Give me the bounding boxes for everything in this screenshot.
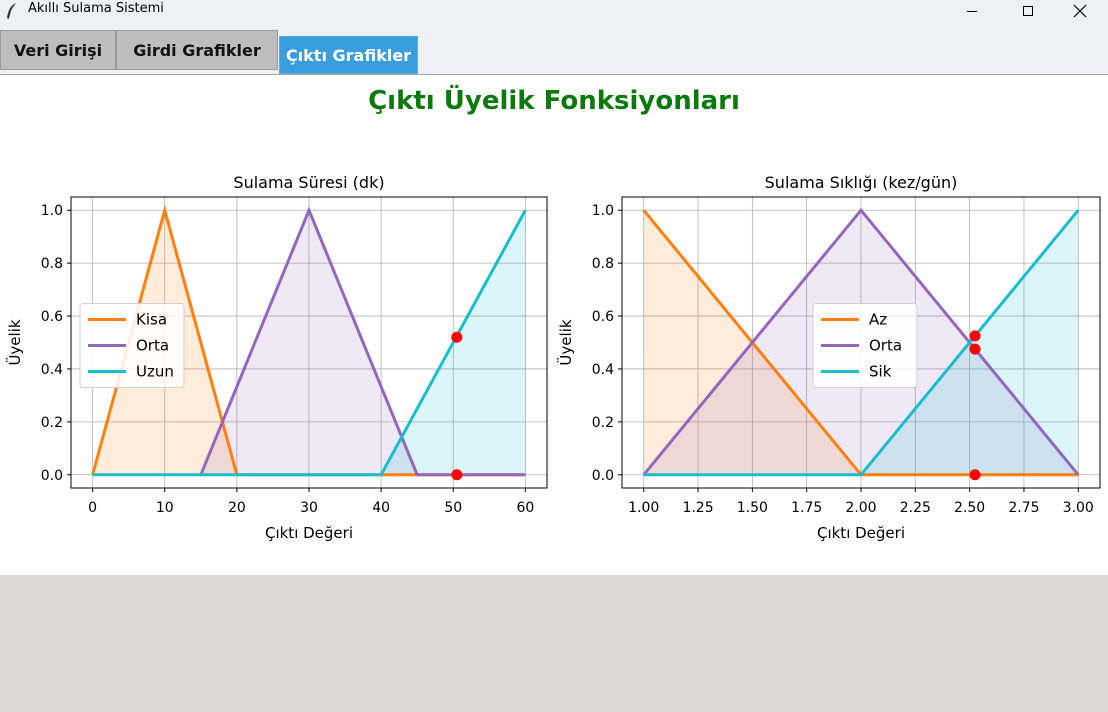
legend: Kisa Orta Uzun xyxy=(79,303,185,388)
x-tick-label: 10 xyxy=(156,500,174,516)
y-tick-label: 0.6 xyxy=(41,309,63,325)
maximize-icon xyxy=(1023,6,1033,16)
y-tick-label: 0.8 xyxy=(41,256,63,272)
legend-label-orta: Orta xyxy=(136,337,169,355)
legend-label-orta: Orta xyxy=(869,337,902,355)
tab-cikti-grafikler[interactable]: Çıktı Grafikler xyxy=(279,36,418,74)
chart-1: 0 10 20 30 40 50 60 0.0 0.2 0.4 0.6 0.8 1.0 Sulama Sü… xyxy=(5,173,548,542)
x-axis-label: Çıktı Değeri xyxy=(817,524,905,542)
x-tick-label: 20 xyxy=(228,500,246,516)
membership-charts: 0 10 20 30 40 50 60 0.0 0.2 0.4 0.6 0.8 1.0 Sulama Sü… xyxy=(5,173,1101,542)
y-tick-label: 1.0 xyxy=(592,203,614,219)
x-tick-label: 2.75 xyxy=(1008,500,1039,516)
window-title: Akıllı Sulama Sistemi xyxy=(28,1,164,16)
legend-label-uzun: Uzun xyxy=(136,363,174,381)
minimize-icon xyxy=(967,11,977,12)
y-axis-label: Üyelik xyxy=(5,319,24,365)
tab-bar: Veri Girişi Girdi Grafikler Çıktı Grafik… xyxy=(0,26,1108,75)
x-tick-label: 2.50 xyxy=(954,500,985,516)
x-tick-label: 2.25 xyxy=(900,500,931,516)
y-axis-label: Üyelik xyxy=(556,319,575,365)
legend-label-kisa: Kisa xyxy=(136,311,167,329)
y-tick-label: 0.6 xyxy=(592,309,614,325)
tab-veri-girisi[interactable]: Veri Girişi xyxy=(0,30,116,70)
y-tick-label: 0.4 xyxy=(41,362,63,378)
x-tick-label: 2.00 xyxy=(845,500,876,516)
x-tick-label: 0 xyxy=(88,500,97,516)
output-graphs-panel: Çıktı Üyelik Fonksiyonları 0 10 20 30 40 50 60… xyxy=(0,75,1108,575)
close-button[interactable] xyxy=(1052,0,1108,22)
window-titlebar: Akıllı Sulama Sistemi xyxy=(0,0,1108,26)
x-tick-label: 3.00 xyxy=(1063,500,1094,516)
data-point-marker xyxy=(969,343,981,355)
legend-label-az: Az xyxy=(869,311,887,329)
x-tick-label: 1.00 xyxy=(628,500,659,516)
data-point-marker xyxy=(451,469,463,481)
feather-icon xyxy=(7,3,16,20)
data-point-marker xyxy=(969,330,981,342)
data-point-marker xyxy=(969,469,981,481)
chart-title: Sulama Süresi (dk) xyxy=(233,173,384,192)
x-tick-label: 1.75 xyxy=(791,500,822,516)
legend-label-sik: Sik xyxy=(869,363,892,381)
x-tick-label: 40 xyxy=(372,500,390,516)
y-tick-label: 1.0 xyxy=(41,203,63,219)
data-point-marker xyxy=(451,331,463,343)
y-tick-label: 0.0 xyxy=(41,468,63,484)
close-icon xyxy=(1073,4,1087,18)
tab-girdi-grafikler[interactable]: Girdi Grafikler xyxy=(116,30,278,70)
x-axis-label: Çıktı Değeri xyxy=(265,524,353,542)
fill-area-2 xyxy=(200,210,418,475)
chart-title: Sulama Sıklığı (kez/gün) xyxy=(765,173,958,192)
x-tick-label: 1.25 xyxy=(682,500,713,516)
x-tick-label: 30 xyxy=(300,500,318,516)
x-tick-label: 50 xyxy=(444,500,462,516)
x-tick-label: 1.50 xyxy=(737,500,768,516)
y-tick-label: 0.4 xyxy=(592,362,614,378)
chart-2: 1.00 1.25 1.50 1.75 2.00 2.25 2.50 2.75 3.00 0.0 0… xyxy=(556,173,1101,542)
legend: Az Orta Sik xyxy=(812,303,918,388)
y-tick-label: 0.2 xyxy=(592,415,614,431)
y-tick-label: 0.8 xyxy=(592,256,614,272)
minimize-button[interactable] xyxy=(944,0,1000,22)
x-tick-label: 60 xyxy=(516,500,534,516)
maximize-button[interactable] xyxy=(1000,0,1056,22)
y-tick-label: 0.2 xyxy=(41,415,63,431)
y-tick-label: 0.0 xyxy=(592,468,614,484)
